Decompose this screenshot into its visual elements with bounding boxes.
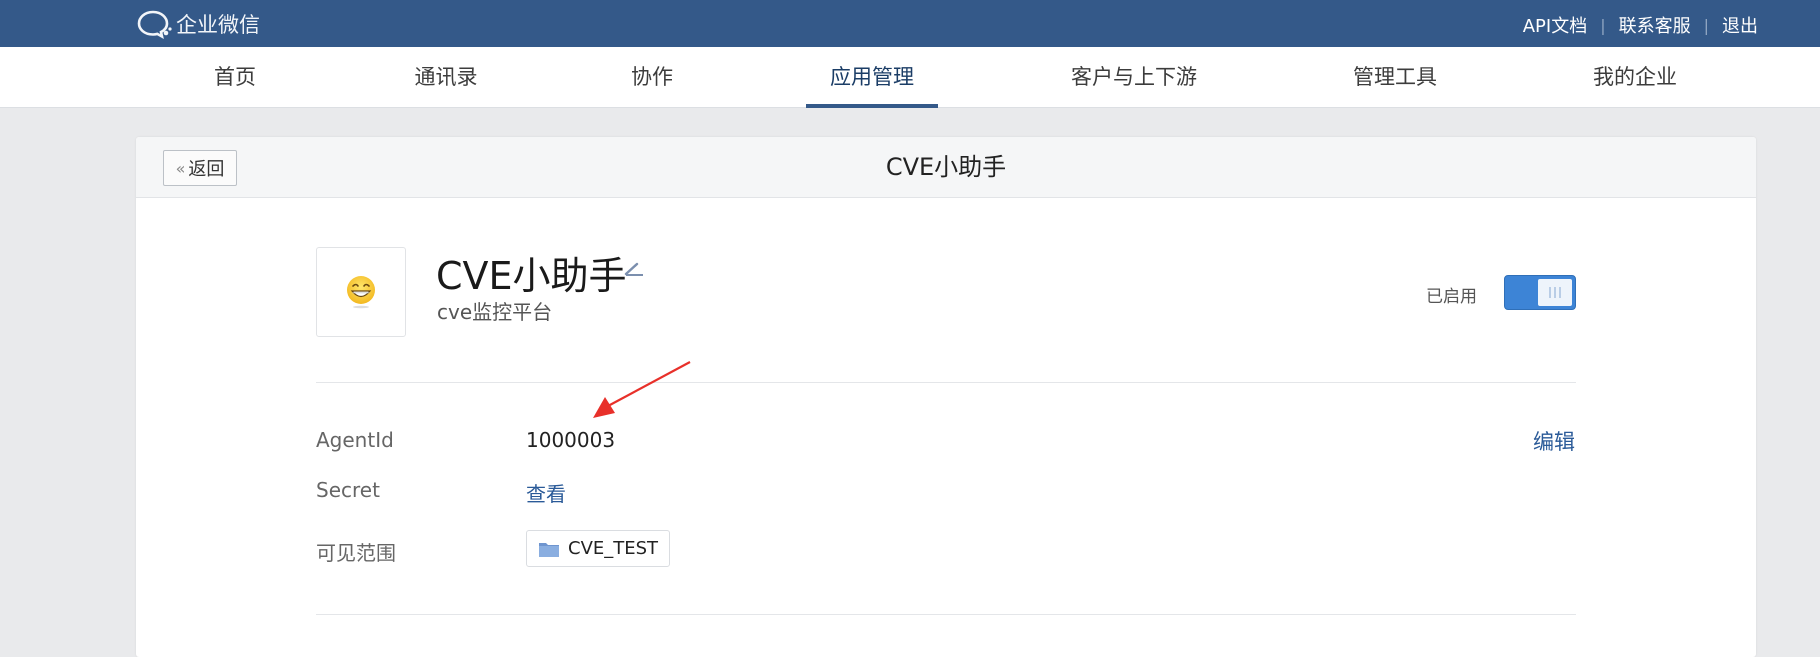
nav-collaboration[interactable]: 协作 bbox=[612, 47, 692, 108]
app-name: CVE小助手 bbox=[436, 254, 627, 298]
visible-scope-tag[interactable]: CVE_TEST bbox=[526, 530, 671, 567]
link-separator: | bbox=[1703, 15, 1709, 35]
top-bar: 企业微信 API文档 | 联系客服 | 退出 bbox=[0, 0, 1820, 47]
nav-customers[interactable]: 客户与上下游 bbox=[1063, 47, 1205, 108]
folder-icon bbox=[539, 542, 559, 557]
app-description: cve监控平台 bbox=[437, 300, 553, 324]
status-label: 已启用 bbox=[1426, 287, 1477, 307]
contact-support-link[interactable]: 联系客服 bbox=[1619, 12, 1691, 38]
agentid-value: 1000003 bbox=[526, 428, 616, 452]
visible-scope-label: 可见范围 bbox=[316, 541, 396, 565]
wecom-logo-icon bbox=[137, 10, 172, 39]
edit-name-pencil-icon[interactable] bbox=[623, 259, 647, 277]
secret-view-link[interactable]: 查看 bbox=[526, 478, 566, 507]
main-nav: 首页 通讯录 协作 应用管理 客户与上下游 管理工具 我的企业 bbox=[0, 47, 1820, 108]
link-separator: | bbox=[1600, 15, 1606, 35]
edit-link[interactable]: 编辑 bbox=[1533, 426, 1575, 456]
agentid-label: AgentId bbox=[316, 428, 394, 452]
nav-management-tools[interactable]: 管理工具 bbox=[1345, 47, 1445, 108]
api-docs-link[interactable]: API文档 bbox=[1523, 12, 1587, 38]
app-detail-card: « 返回 CVE小助手 CVE小助手 cve监控平台 已启用 AgentId 1… bbox=[136, 137, 1756, 657]
nav-my-enterprise[interactable]: 我的企业 bbox=[1585, 47, 1685, 108]
card-header: « 返回 CVE小助手 bbox=[136, 137, 1756, 198]
enable-toggle[interactable] bbox=[1504, 275, 1576, 310]
grinning-face-icon bbox=[347, 276, 375, 309]
secret-label: Secret bbox=[316, 478, 380, 502]
divider bbox=[316, 614, 1576, 615]
nav-contacts[interactable]: 通讯录 bbox=[401, 47, 491, 108]
scope-tag-label: CVE_TEST bbox=[568, 538, 659, 559]
nav-app-management[interactable]: 应用管理 bbox=[806, 47, 938, 108]
app-icon[interactable] bbox=[316, 247, 406, 337]
toggle-knob bbox=[1538, 279, 1572, 306]
top-links: API文档 | 联系客服 | 退出 bbox=[1523, 12, 1758, 38]
divider bbox=[316, 382, 1576, 383]
nav-home[interactable]: 首页 bbox=[195, 47, 275, 108]
logo-text: 企业微信 bbox=[176, 13, 260, 37]
page-title: CVE小助手 bbox=[885, 153, 1007, 181]
logout-link[interactable]: 退出 bbox=[1722, 12, 1758, 38]
wecom-logo[interactable]: 企业微信 bbox=[136, 10, 260, 39]
